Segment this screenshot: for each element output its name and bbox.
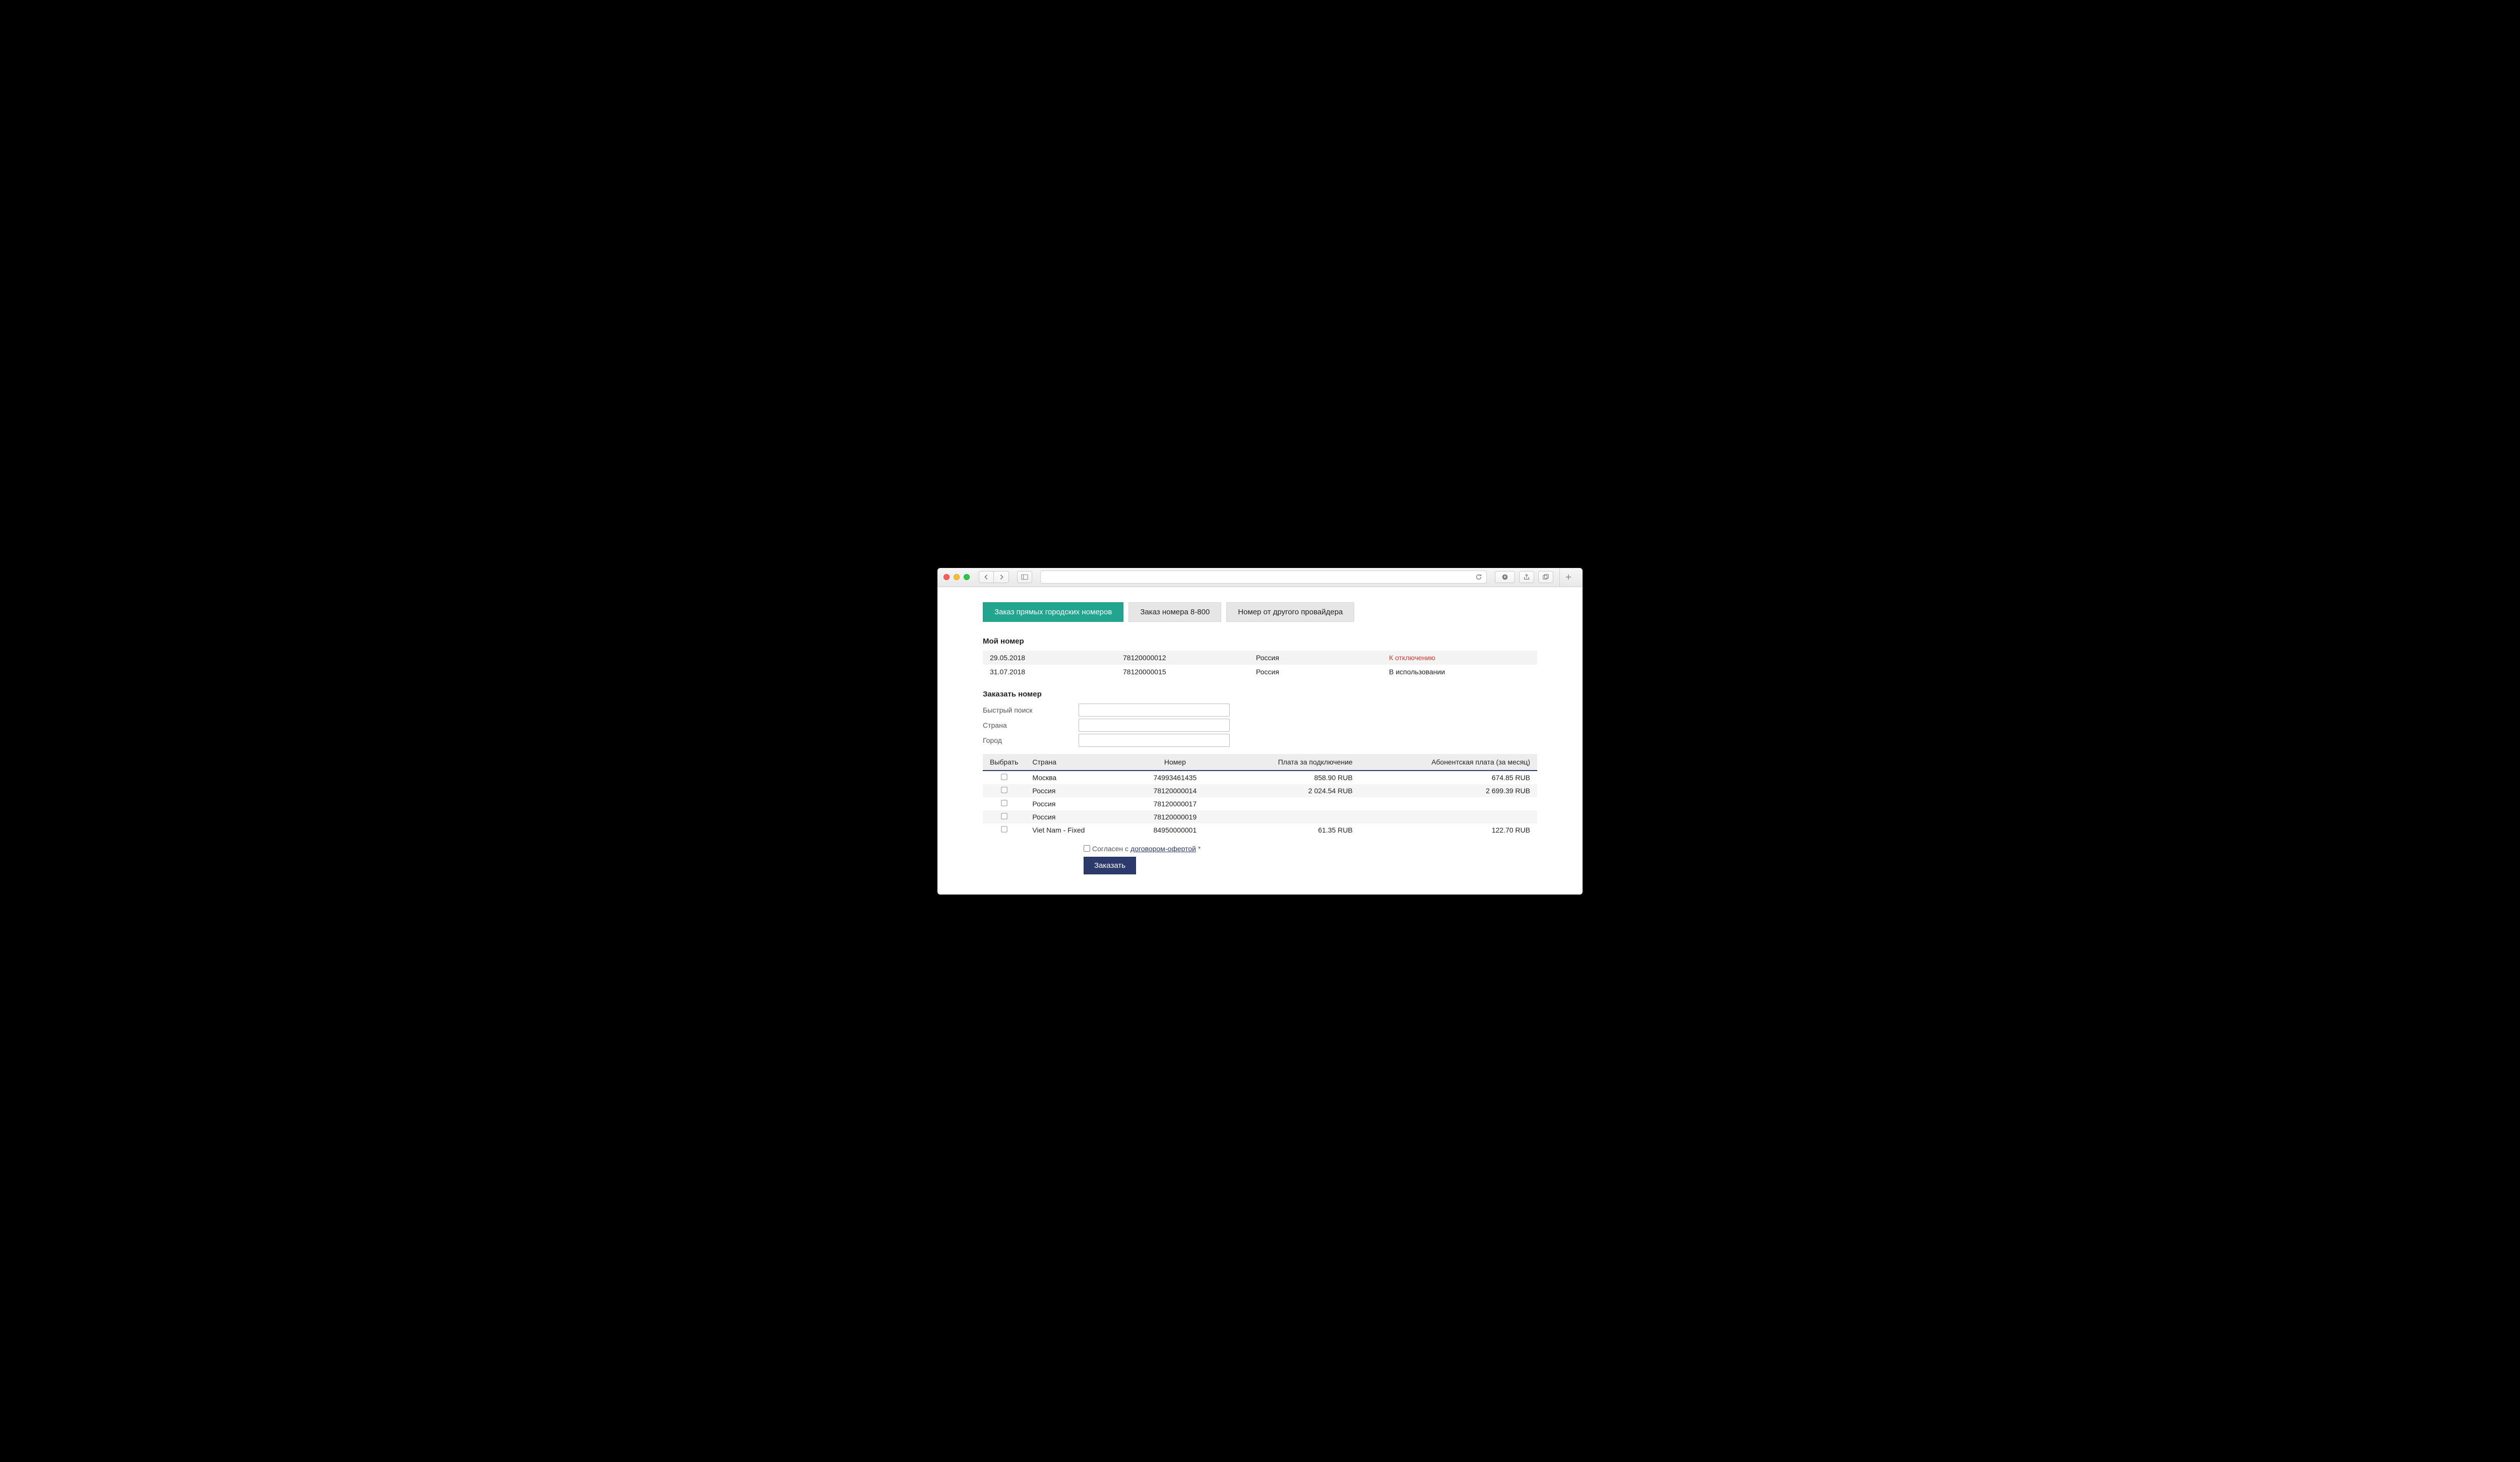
back-button[interactable] — [979, 571, 994, 583]
tab-800-numbers[interactable]: Заказ номера 8-800 — [1128, 602, 1221, 622]
table-row: 31.07.201878120000015РоссияВ использован… — [983, 665, 1537, 679]
nav-buttons — [979, 571, 1009, 583]
sidebar-button[interactable] — [1017, 571, 1032, 583]
toolbar-right — [1495, 571, 1553, 583]
table-row: 29.05.201878120000012РоссияК отключению — [983, 651, 1537, 665]
order-button[interactable]: Заказать — [1084, 857, 1136, 874]
cell-date: 31.07.2018 — [983, 665, 1116, 679]
city-label: Город — [983, 736, 1079, 744]
cell-number: 78120000019 — [1130, 810, 1220, 823]
cell-country: Viet Nam - Fixed — [1025, 823, 1130, 837]
table-row: Россия78120000019 — [983, 810, 1537, 823]
window-controls — [943, 574, 970, 580]
agree-row: Согласен с договором-офертой* — [1084, 845, 1537, 853]
table-row: Россия781200000142 024.54 RUB2 699.39 RU… — [983, 784, 1537, 797]
table-row: Viet Nam - Fixed8495000000161.35 RUB122.… — [983, 823, 1537, 837]
minimize-window-icon[interactable] — [954, 574, 960, 580]
share-icon — [1523, 574, 1530, 581]
row-select-checkbox[interactable] — [1001, 774, 1007, 780]
cell-connect-fee — [1220, 797, 1360, 810]
order-tabs: Заказ прямых городских номеров Заказ ном… — [983, 602, 1537, 622]
cell-country: Москва — [1025, 771, 1130, 784]
cell-country: Россия — [1025, 784, 1130, 797]
agree-checkbox[interactable] — [1084, 845, 1090, 852]
cell-connect-fee: 61.35 RUB — [1220, 823, 1360, 837]
cell-number: 78120000014 — [1130, 784, 1220, 797]
tab-city-numbers[interactable]: Заказ прямых городских номеров — [983, 602, 1123, 622]
tab-other-provider[interactable]: Номер от другого провайдера — [1226, 602, 1354, 622]
my-numbers-table: 29.05.201878120000012РоссияК отключению3… — [983, 651, 1537, 679]
cell-date: 29.05.2018 — [983, 651, 1116, 665]
cell-country: Россия — [1249, 665, 1382, 679]
col-select: Выбрать — [983, 754, 1025, 771]
row-select-checkbox[interactable] — [1001, 826, 1007, 832]
city-input[interactable] — [1079, 734, 1230, 747]
section-order-title: Заказать номер — [983, 690, 1537, 698]
tabs-icon — [1542, 574, 1549, 581]
cell-monthly-fee — [1360, 810, 1537, 823]
cell-connect-fee: 2 024.54 RUB — [1220, 784, 1360, 797]
address-bar[interactable] — [1040, 570, 1487, 584]
cell-number: 78120000017 — [1130, 797, 1220, 810]
col-number: Номер — [1130, 754, 1220, 771]
cell-connect-fee: 858.90 RUB — [1220, 771, 1360, 784]
col-country: Страна — [1025, 754, 1130, 771]
chevron-left-icon — [983, 574, 990, 581]
cell-number: 74993461435 — [1130, 771, 1220, 784]
available-numbers-table: Выбрать Страна Номер Плата за подключени… — [983, 754, 1537, 837]
section-my-number-title: Мой номер — [983, 637, 1537, 646]
cell-number: 84950000001 — [1130, 823, 1220, 837]
cell-number: 78120000015 — [1116, 665, 1249, 679]
maximize-window-icon[interactable] — [964, 574, 970, 580]
col-monthly-fee: Абонентская плата (за месяц) — [1360, 754, 1537, 771]
forward-button[interactable] — [994, 571, 1009, 583]
country-input[interactable] — [1079, 719, 1230, 732]
cell-connect-fee — [1220, 810, 1360, 823]
row-select-checkbox[interactable] — [1001, 813, 1007, 819]
col-connect-fee: Плата за подключение — [1220, 754, 1360, 771]
page-content: Заказ прямых городских номеров Заказ ном… — [937, 587, 1583, 895]
cell-monthly-fee — [1360, 797, 1537, 810]
plus-icon — [1565, 574, 1572, 581]
cell-monthly-fee: 122.70 RUB — [1360, 823, 1537, 837]
safari-window: Заказ прямых городских номеров Заказ ном… — [937, 568, 1583, 895]
agree-offer-link[interactable]: договором-офертой — [1130, 845, 1196, 853]
close-window-icon[interactable] — [943, 574, 950, 580]
sidebar-icon — [1021, 574, 1028, 581]
download-icon — [1501, 574, 1508, 581]
cell-number: 78120000012 — [1116, 651, 1249, 665]
cell-country: Россия — [1025, 810, 1130, 823]
share-button[interactable] — [1519, 571, 1534, 583]
downloads-button[interactable] — [1495, 571, 1515, 583]
cell-monthly-fee: 2 699.39 RUB — [1360, 784, 1537, 797]
row-select-checkbox[interactable] — [1001, 787, 1007, 793]
cell-status: В использовании — [1382, 665, 1537, 679]
tabs-button[interactable] — [1538, 571, 1553, 583]
new-tab-button[interactable] — [1559, 568, 1577, 587]
table-row: Россия78120000017 — [983, 797, 1537, 810]
cell-country: Россия — [1025, 797, 1130, 810]
cell-country: Россия — [1249, 651, 1382, 665]
row-select-checkbox[interactable] — [1001, 800, 1007, 806]
cell-status: К отключению — [1382, 651, 1537, 665]
table-row: Москва74993461435858.90 RUB674.85 RUB — [983, 771, 1537, 784]
agree-text-prefix: Согласен с — [1092, 845, 1128, 853]
quick-search-label: Быстрый поиск — [983, 706, 1079, 714]
chevron-right-icon — [998, 574, 1005, 581]
cell-monthly-fee: 674.85 RUB — [1360, 771, 1537, 784]
agree-text-suffix: * — [1198, 845, 1201, 853]
country-label: Страна — [983, 721, 1079, 729]
reload-icon[interactable] — [1475, 574, 1482, 581]
quick-search-input[interactable] — [1079, 704, 1230, 717]
browser-titlebar — [937, 568, 1583, 587]
